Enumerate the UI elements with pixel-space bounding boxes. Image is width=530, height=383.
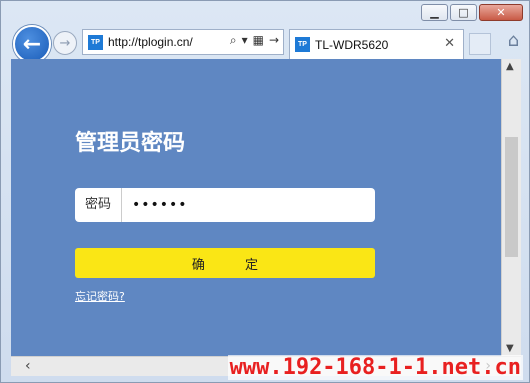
tab-title: TL-WDR5620 (315, 37, 389, 52)
confirm-button[interactable]: 确 定 (75, 248, 375, 278)
dropdown-icon[interactable]: ▾ (242, 33, 248, 48)
vertical-scrollbar[interactable]: ▲ ▼ (501, 59, 521, 356)
scroll-down-icon[interactable]: ▼ (506, 343, 514, 354)
page-viewport: 管理员密码 密码 •••••• 确 定 忘记密码? (11, 59, 501, 356)
address-url[interactable]: http://tplogin.cn/ (108, 35, 193, 49)
site-favicon-icon: TP (88, 34, 103, 50)
scroll-left-icon[interactable]: ‹ (25, 358, 31, 374)
compatibility-icon[interactable]: ▦ (253, 33, 264, 48)
address-bar[interactable]: TP http://tplogin.cn/ ⌕ ▾ ▦ → (82, 29, 284, 55)
forgot-password-link[interactable]: 忘记密码? (75, 288, 125, 304)
password-field[interactable]: 密码 •••••• (75, 188, 375, 222)
search-icon[interactable]: ⌕ (230, 33, 237, 48)
minimize-button[interactable]: ▁ (421, 4, 448, 21)
browser-tab[interactable]: TP TL-WDR5620 ✕ (289, 29, 464, 59)
forward-arrow-icon: → (59, 35, 71, 51)
password-input[interactable]: •••••• (122, 197, 188, 213)
window-controls: ▁ □ ✕ (421, 4, 523, 21)
maximize-button[interactable]: □ (450, 4, 477, 21)
tab-favicon-icon: TP (295, 37, 310, 52)
password-label: 密码 (75, 188, 122, 222)
back-button[interactable]: ← (13, 25, 51, 63)
new-tab-button[interactable] (469, 33, 491, 55)
browser-window: ▁ □ ✕ ← → TP http://tplogin.cn/ ⌕ ▾ ▦ → … (0, 0, 530, 383)
back-arrow-icon: ← (22, 31, 42, 57)
home-icon[interactable]: ⌂ (508, 30, 519, 51)
close-button[interactable]: ✕ (479, 4, 523, 21)
forward-button[interactable]: → (53, 31, 77, 55)
navigation-bar: ← → TP http://tplogin.cn/ ⌕ ▾ ▦ → TP TL-… (11, 25, 523, 63)
go-arrow-icon[interactable]: → (269, 33, 279, 48)
page-title: 管理员密码 (75, 131, 186, 156)
tab-close-icon[interactable]: ✕ (444, 36, 455, 51)
scrollbar-thumb[interactable] (505, 137, 518, 257)
watermark: www.192-168-1-1.net.cn (227, 355, 523, 380)
scroll-up-icon[interactable]: ▲ (506, 61, 514, 72)
